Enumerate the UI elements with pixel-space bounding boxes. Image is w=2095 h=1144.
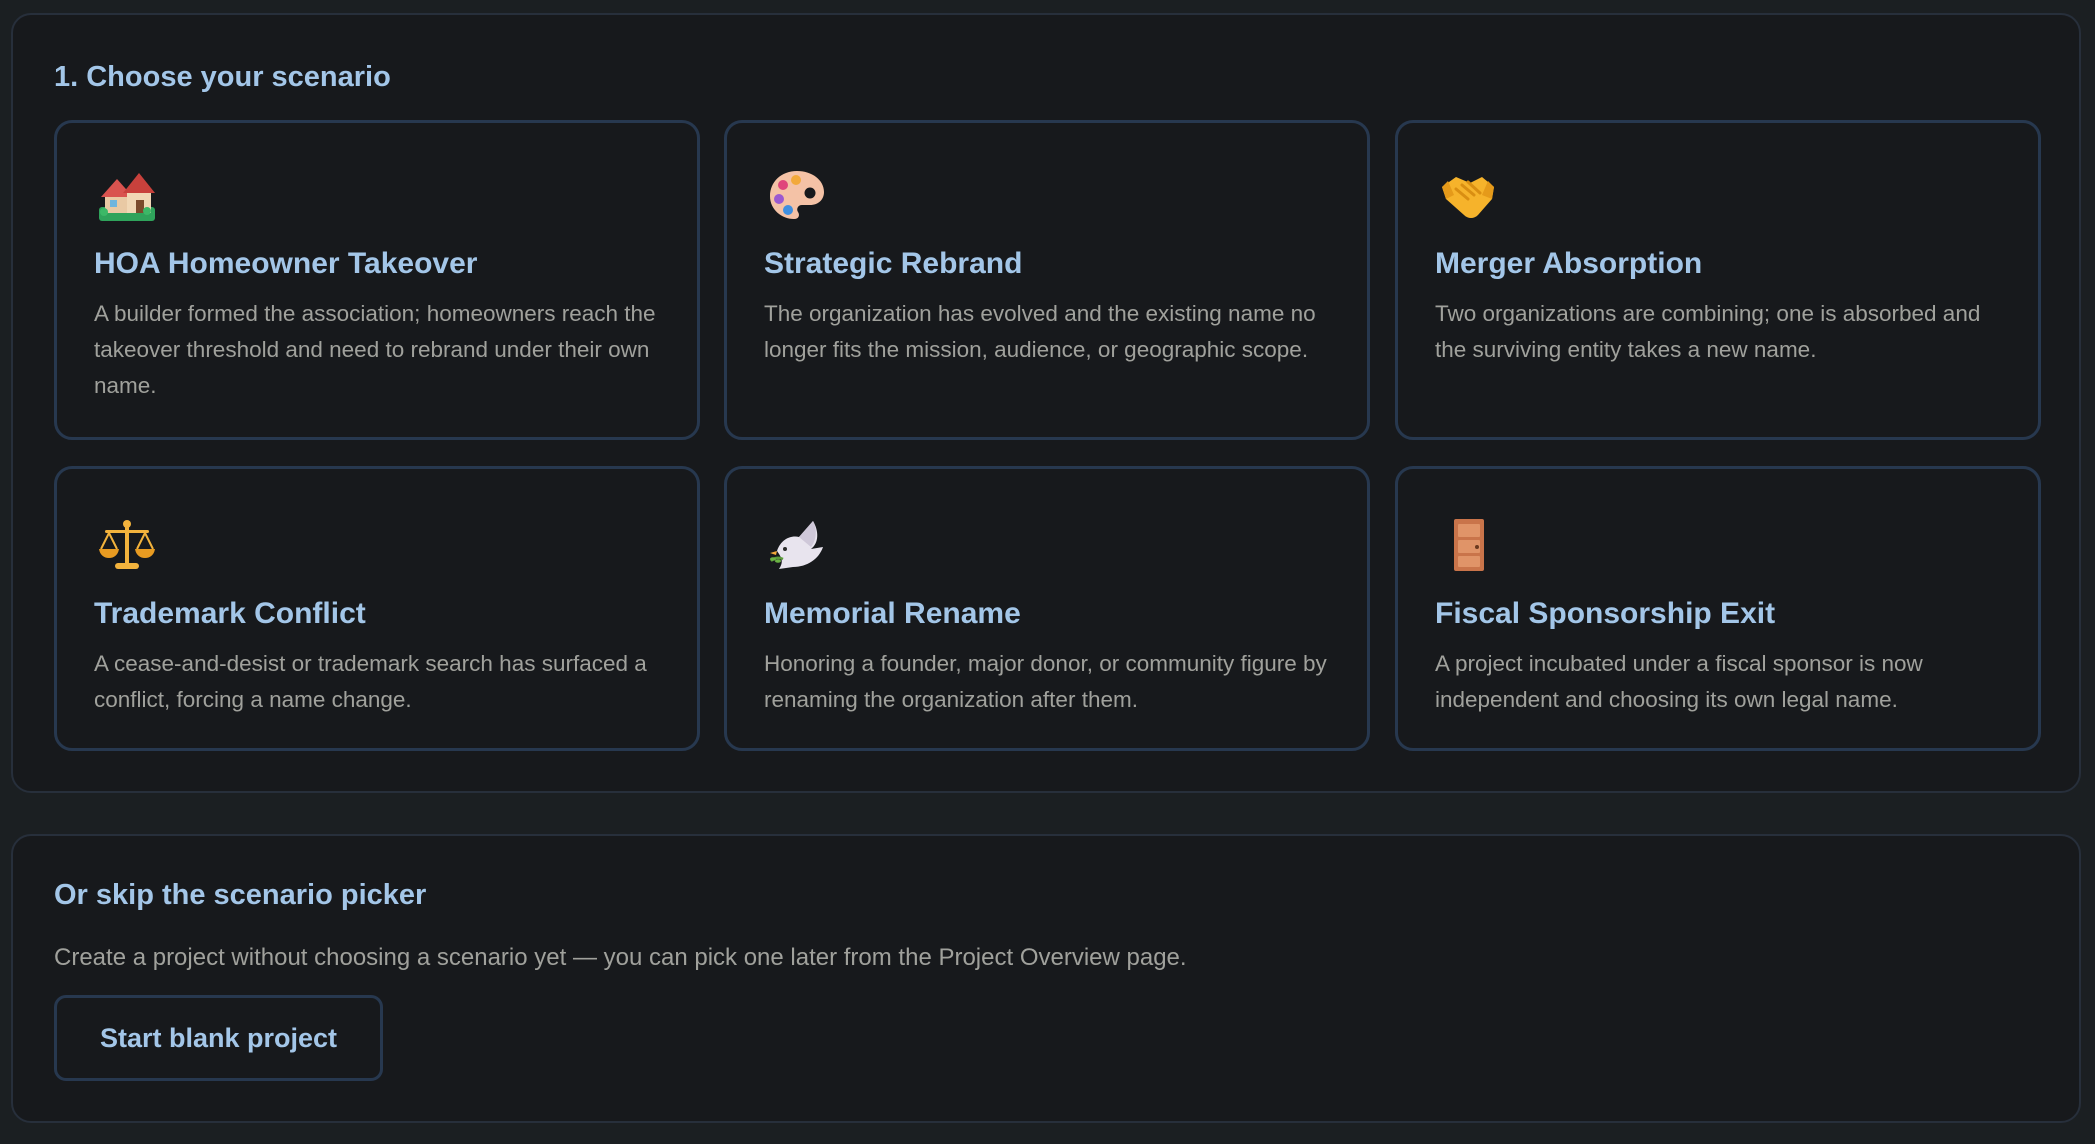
- house-icon: [97, 167, 157, 223]
- scenario-card-merger-absorption[interactable]: Merger Absorption Two organizations are …: [1395, 120, 2041, 440]
- handshake-icon: [1438, 167, 1498, 223]
- scenario-card-trademark-conflict[interactable]: Trademark Conflict A cease-and-desist or…: [54, 466, 700, 751]
- skip-section-heading: Or skip the scenario picker: [54, 879, 427, 911]
- palette-icon: [767, 167, 827, 223]
- scenario-card-hoa-takeover[interactable]: HOA Homeowner Takeover A builder formed …: [54, 120, 700, 440]
- card-description: Honoring a founder, major donor, or comm…: [764, 651, 1327, 712]
- card-title: Strategic Rebrand: [764, 247, 1023, 280]
- card-description: A project incubated under a fiscal spons…: [1435, 651, 1923, 712]
- skip-section-description: Create a project without choosing a scen…: [54, 944, 1187, 971]
- card-title: Trademark Conflict: [94, 597, 366, 630]
- scenario-section-heading: 1. Choose your scenario: [54, 61, 391, 93]
- card-description: Two organizations are combining; one is …: [1435, 301, 1981, 362]
- card-title: HOA Homeowner Takeover: [94, 247, 478, 280]
- skip-picker-panel: Or skip the scenario picker Create a pro…: [11, 834, 2081, 1123]
- start-blank-project-button[interactable]: Start blank project: [54, 995, 383, 1081]
- door-icon: [1438, 517, 1498, 573]
- scales-icon: [97, 517, 157, 573]
- scenario-card-strategic-rebrand[interactable]: Strategic Rebrand The organization has e…: [724, 120, 1370, 440]
- card-title: Memorial Rename: [764, 597, 1021, 630]
- scenario-card-fiscal-sponsorship-exit[interactable]: Fiscal Sponsorship Exit A project incuba…: [1395, 466, 2041, 751]
- card-description: The organization has evolved and the exi…: [764, 301, 1316, 362]
- scenario-card-memorial-rename[interactable]: Memorial Rename Honoring a founder, majo…: [724, 466, 1370, 751]
- card-title: Merger Absorption: [1435, 247, 1703, 280]
- scenario-panel: 1. Choose your scenario HOA Homeowner Ta…: [11, 13, 2081, 793]
- card-description: A builder formed the association; homeow…: [94, 301, 656, 398]
- card-description: A cease-and-desist or trademark search h…: [94, 651, 647, 712]
- card-title: Fiscal Sponsorship Exit: [1435, 597, 1776, 630]
- dove-icon: [767, 517, 827, 573]
